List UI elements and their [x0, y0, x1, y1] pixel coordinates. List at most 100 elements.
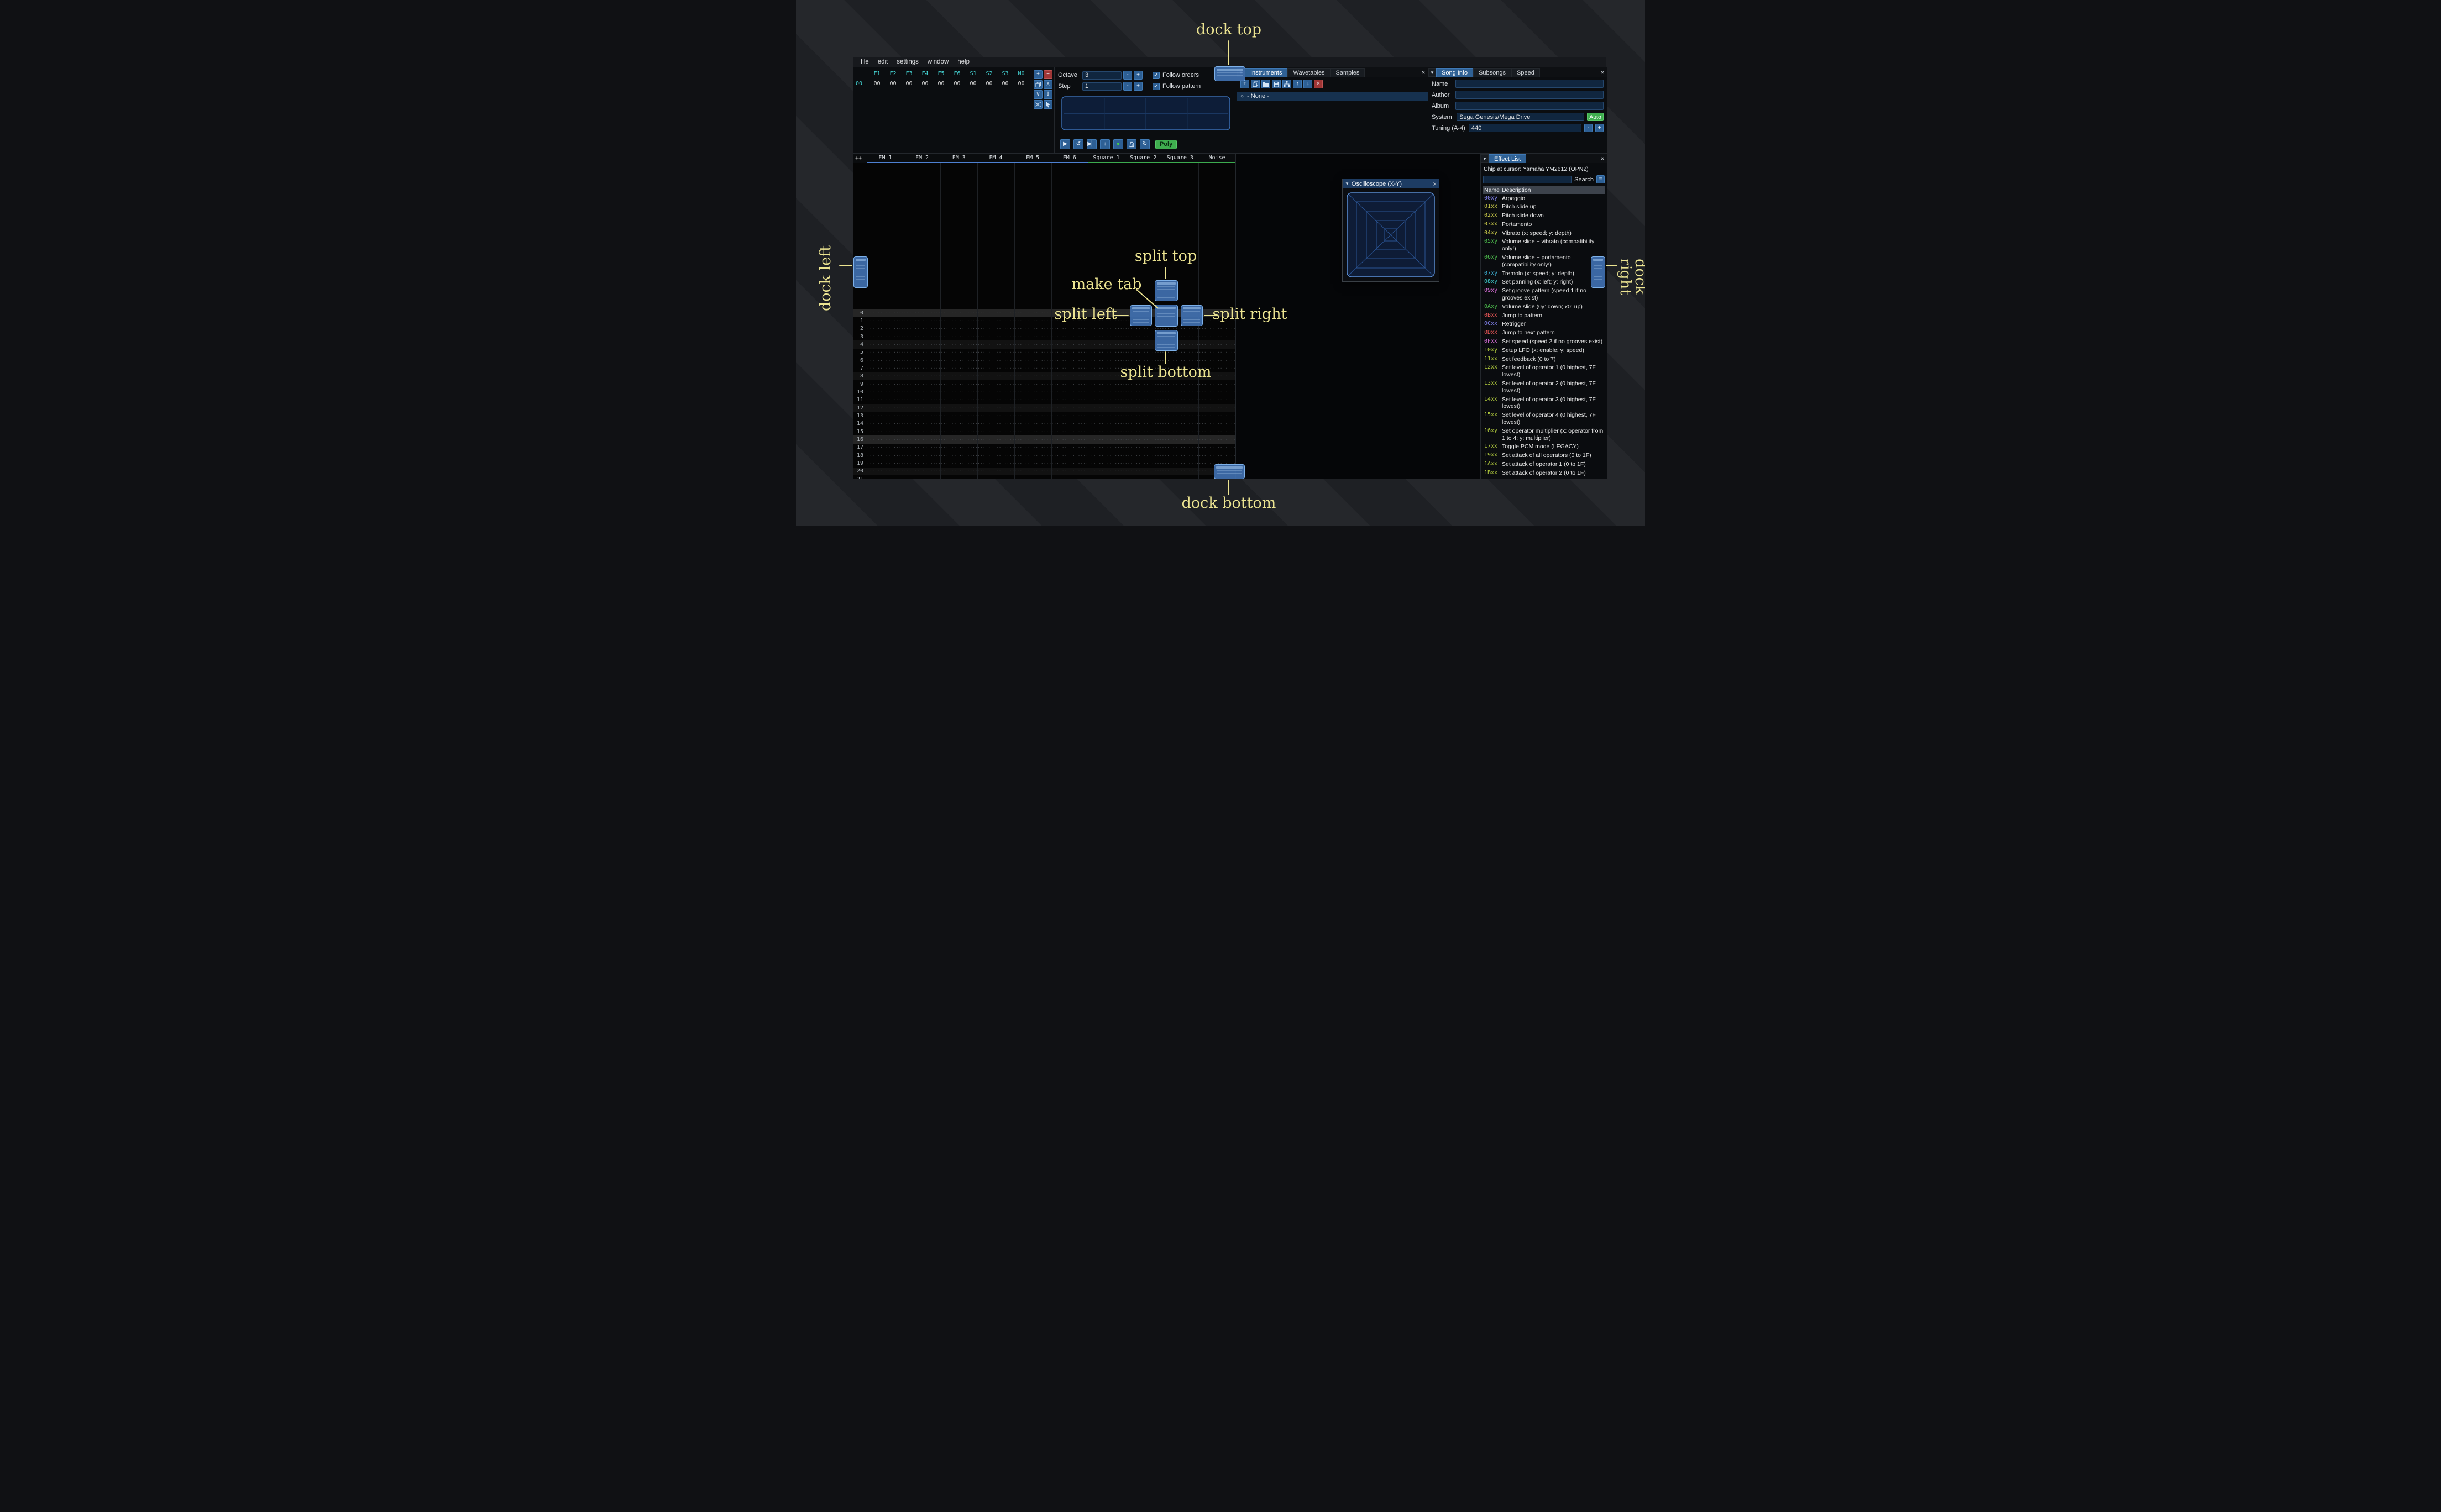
- pattern-cell[interactable]: ··· ·· ·· ····: [867, 413, 904, 418]
- pattern-cell[interactable]: ··· ·· ·· ····: [1014, 437, 1051, 442]
- pattern-cell[interactable]: ··· ·· ·· ····: [1014, 358, 1051, 363]
- channel-header-fm-4[interactable]: FM 4: [977, 154, 1014, 163]
- follow-pattern-checkbox[interactable]: ✓: [1153, 82, 1160, 90]
- pattern-cell[interactable]: ··· ·· ·· ····: [1088, 461, 1125, 466]
- effect-row-19xx[interactable]: 19xx Set attack of all operators (0 to 1F…: [1483, 452, 1605, 460]
- pattern-cell[interactable]: ··· ·· ·· ····: [1051, 406, 1088, 411]
- pattern-cell[interactable]: ··· ·· ·· ····: [977, 374, 1014, 379]
- pattern-cell[interactable]: ··· ·· ·· ····: [1162, 445, 1199, 450]
- duplicate-instrument-button[interactable]: [1251, 80, 1260, 88]
- pattern-cell[interactable]: ··· ·· ·· ····: [1198, 397, 1235, 402]
- pattern-cell[interactable]: ··· ·· ·· ····: [904, 390, 941, 395]
- pattern-cell[interactable]: ··· ·· ·· ····: [977, 334, 1014, 339]
- pattern-cell[interactable]: ··· ·· ·· ····: [1088, 469, 1125, 474]
- effect-row-05xy[interactable]: 05xy Volume slide + vibrato (compatibilit…: [1483, 238, 1605, 254]
- order-value-s2[interactable]: 00: [981, 81, 997, 87]
- song-info-close-icon[interactable]: ×: [1598, 68, 1607, 77]
- pattern-cell[interactable]: ··· ·· ·· ····: [1051, 326, 1088, 331]
- channel-header-fm-1[interactable]: FM 1: [867, 154, 904, 163]
- pattern-cell[interactable]: ··· ·· ·· ····: [1051, 382, 1088, 387]
- channel-header-square-2[interactable]: Square 2: [1124, 154, 1162, 163]
- effect-row-01xx[interactable]: 01xx Pitch slide up: [1483, 203, 1605, 212]
- remove-order-button[interactable]: −: [1044, 70, 1052, 79]
- pattern-cell[interactable]: ··· ·· ·· ····: [1088, 350, 1125, 355]
- effect-row-0Bxx[interactable]: 0Bxx Jump to pattern: [1483, 311, 1605, 320]
- oscilloscope-titlebar[interactable]: ▼ Oscilloscope (X-Y) ×: [1343, 179, 1439, 188]
- pattern-cell[interactable]: ··· ·· ·· ····: [1014, 421, 1051, 426]
- pattern-cell[interactable]: ··· ·· ·· ····: [1198, 382, 1235, 387]
- effect-search-input[interactable]: [1483, 175, 1572, 183]
- pattern-cell[interactable]: ··· ·· ·· ····: [977, 366, 1014, 371]
- pattern-cell[interactable]: ··· ·· ·· ····: [940, 413, 977, 418]
- dock-target-split-top[interactable]: [1155, 280, 1178, 301]
- pattern-cell[interactable]: ··· ·· ·· ····: [1088, 397, 1125, 402]
- duplicate-order-end-button[interactable]: ⇓: [1044, 90, 1052, 99]
- pattern-cell[interactable]: ··· ·· ·· ····: [977, 421, 1014, 426]
- pattern-cell[interactable]: ··· ·· ·· ····: [1162, 461, 1199, 466]
- effect-row-06xy[interactable]: 06xy Volume slide + portamento (compatibi…: [1483, 254, 1605, 270]
- instrument-list-item[interactable]: ○ - None -: [1237, 92, 1428, 101]
- oscilloscope-collapse-icon[interactable]: ▼: [1345, 181, 1349, 186]
- pattern-cell[interactable]: ··· ·· ·· ····: [1014, 334, 1051, 339]
- effect-row-1Cxx[interactable]: 1CxxSet attack of operator 3 (0 to 1F): [1483, 477, 1605, 479]
- pattern-cell[interactable]: ··· ·· ·· ····: [1162, 382, 1199, 387]
- effect-row-03xx[interactable]: 03xx Portamento: [1483, 220, 1605, 229]
- pattern-cell[interactable]: ··· ·· ·· ····: [1162, 397, 1199, 402]
- save-instrument-button[interactable]: [1272, 80, 1281, 88]
- pattern-cell[interactable]: ··· ·· ·· ····: [1088, 445, 1125, 450]
- pattern-cell[interactable]: ··· ·· ·· ····: [1014, 453, 1051, 458]
- pattern-cell[interactable]: ··· ·· ·· ····: [904, 445, 941, 450]
- dock-target-top[interactable]: [1214, 66, 1245, 81]
- pattern-cell[interactable]: ··· ·· ·· ····: [904, 461, 941, 466]
- pattern-cell[interactable]: ··· ·· ·· ····: [977, 461, 1014, 466]
- pattern-cell[interactable]: ··· ·· ·· ····: [904, 437, 941, 442]
- effect-list-collapse-icon[interactable]: ▼: [1481, 154, 1489, 163]
- pattern-cell[interactable]: ··· ·· ·· ····: [1198, 358, 1235, 363]
- order-value-f1[interactable]: 00: [869, 81, 885, 87]
- pattern-cell[interactable]: ··· ·· ·· ····: [867, 390, 904, 395]
- pattern-cell[interactable]: ··· ·· ·· ····: [940, 453, 977, 458]
- pattern-cell[interactable]: ··· ·· ·· ····: [1088, 437, 1125, 442]
- pattern-cell[interactable]: ··· ·· ·· ····: [867, 453, 904, 458]
- pattern-cell[interactable]: ··· ·· ·· ····: [940, 318, 977, 323]
- octave-decrease-button[interactable]: -: [1123, 71, 1132, 80]
- pattern-cell[interactable]: ··· ·· ·· ····: [1198, 350, 1235, 355]
- song-info-collapse-icon[interactable]: ▼: [1428, 68, 1436, 77]
- dock-target-make-tab[interactable]: [1155, 305, 1178, 327]
- effect-row-09xy[interactable]: 09xy Set groove pattern (speed 1 if no gr…: [1483, 287, 1605, 303]
- pattern-cell[interactable]: ··· ·· ·· ····: [1088, 342, 1125, 347]
- channel-header-fm-5[interactable]: FM 5: [1014, 154, 1051, 163]
- pattern-cell[interactable]: ··· ·· ·· ····: [1198, 342, 1235, 347]
- pattern-cell[interactable]: ··· ·· ·· ····: [1125, 406, 1162, 411]
- pattern-cell[interactable]: ··· ·· ·· ····: [1125, 421, 1162, 426]
- pattern-cell[interactable]: ··· ·· ·· ····: [1088, 429, 1125, 434]
- system-auto-button[interactable]: Auto: [1587, 113, 1604, 121]
- pattern-cell[interactable]: ··· ·· ·· ····: [867, 374, 904, 379]
- dock-target-left[interactable]: [853, 256, 868, 288]
- pattern-cell[interactable]: ··· ·· ·· ····: [904, 374, 941, 379]
- effect-list-menu-icon[interactable]: ≡: [1596, 175, 1605, 183]
- pattern-cell[interactable]: ··· ·· ·· ····: [904, 311, 941, 316]
- pattern-cell[interactable]: ··· ·· ·· ····: [1051, 350, 1088, 355]
- pattern-cell[interactable]: ··· ·· ·· ····: [867, 445, 904, 450]
- order-change-mode-button[interactable]: [1034, 100, 1043, 109]
- effect-row-10xy[interactable]: 10xy Setup LFO (x: enable; y: speed): [1483, 346, 1605, 355]
- pattern-cell[interactable]: ··· ·· ·· ····: [1162, 429, 1199, 434]
- effect-row-0Cxx[interactable]: 0Cxx Retrigger: [1483, 320, 1605, 329]
- album-input[interactable]: [1455, 102, 1604, 110]
- pattern-cell[interactable]: ··· ·· ·· ····: [1051, 342, 1088, 347]
- effect-row-04xy[interactable]: 04xy Vibrato (x: speed; y: depth): [1483, 229, 1605, 238]
- pattern-cell[interactable]: ··· ·· ·· ····: [1014, 461, 1051, 466]
- pattern-cell[interactable]: ··· ·· ·· ····: [1125, 461, 1162, 466]
- pattern-cell[interactable]: ··· ·· ·· ····: [1014, 374, 1051, 379]
- add-order-button[interactable]: +: [1034, 70, 1043, 79]
- step-one-row-button[interactable]: ↓: [1100, 139, 1110, 149]
- pattern-cell[interactable]: ··· ·· ·· ····: [1125, 382, 1162, 387]
- pattern-cell[interactable]: ··· ·· ·· ····: [1162, 469, 1199, 474]
- metronome-button[interactable]: [1127, 139, 1136, 149]
- pattern-cell[interactable]: ··· ·· ·· ····: [904, 350, 941, 355]
- pattern-cell[interactable]: ··· ·· ·· ····: [1051, 334, 1088, 339]
- pattern-cell[interactable]: ··· ·· ·· ····: [1088, 413, 1125, 418]
- pattern-cell[interactable]: ··· ·· ·· ····: [1125, 358, 1162, 363]
- pattern-cell[interactable]: ··· ·· ·· ····: [1014, 397, 1051, 402]
